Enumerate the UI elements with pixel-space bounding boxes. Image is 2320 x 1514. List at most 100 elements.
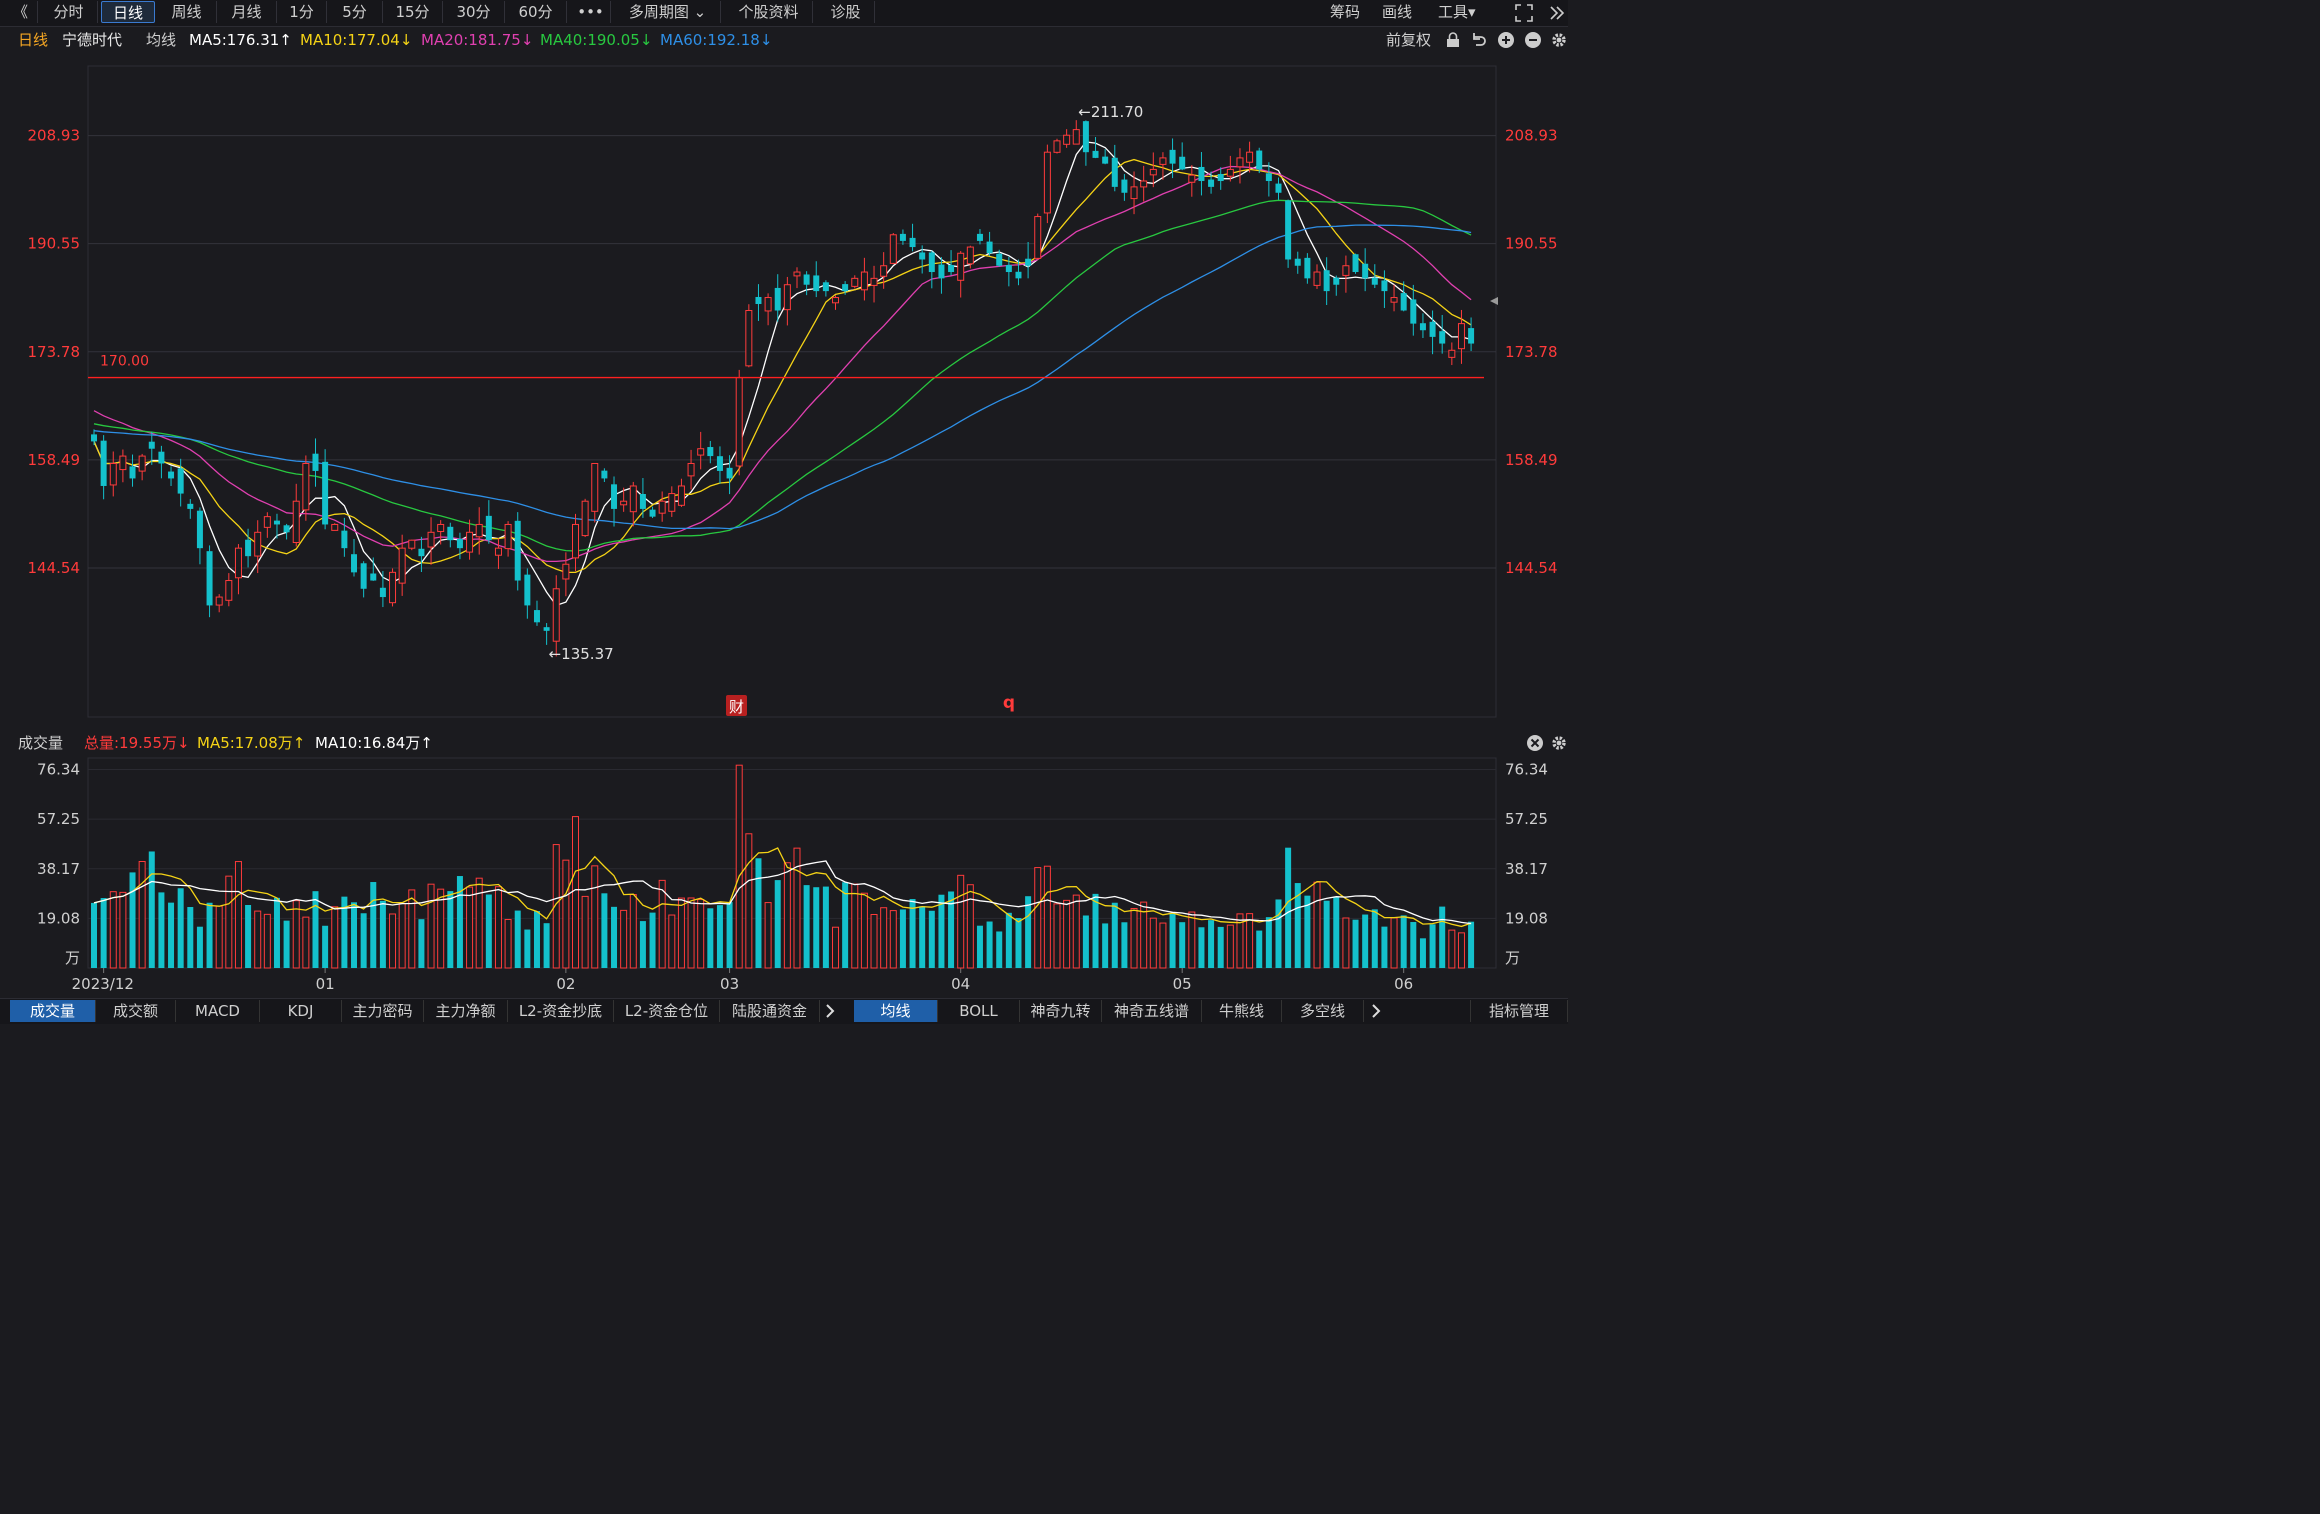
volume-bar[interactable]	[234, 861, 242, 969]
candle-body[interactable]	[735, 377, 743, 467]
volume-bar[interactable]	[986, 921, 993, 968]
volume-bar[interactable]	[1429, 924, 1436, 968]
candle-body[interactable]	[1082, 121, 1089, 153]
volume-bar[interactable]	[129, 872, 136, 968]
volume-bar[interactable]	[928, 910, 935, 968]
volume-bar[interactable]	[639, 921, 646, 968]
candle-body[interactable]	[552, 588, 560, 642]
candle-body[interactable]	[322, 461, 329, 525]
volume-bar[interactable]	[562, 859, 570, 969]
volume-bar[interactable]	[658, 879, 666, 969]
candle-body[interactable]	[1130, 186, 1138, 200]
candle-body[interactable]	[620, 500, 628, 506]
volume-bar[interactable]	[370, 882, 377, 968]
volume-bar[interactable]	[351, 902, 358, 968]
volume-bar[interactable]	[842, 882, 849, 968]
volume-bar[interactable]	[1285, 847, 1292, 968]
volume-bar[interactable]	[427, 883, 435, 969]
volume-bar[interactable]	[533, 911, 540, 968]
volume-bar[interactable]	[168, 902, 175, 968]
candle-body[interactable]	[1294, 258, 1301, 266]
volume-bar[interactable]	[322, 925, 329, 968]
candle-body[interactable]	[273, 520, 280, 525]
candle-body[interactable]	[909, 237, 916, 248]
volume-bar[interactable]	[851, 883, 859, 969]
volume-bar[interactable]	[263, 913, 271, 969]
candle-body[interactable]	[1313, 271, 1321, 286]
candle-body[interactable]	[668, 493, 676, 512]
volume-bar[interactable]	[485, 894, 492, 968]
candle-body[interactable]	[475, 523, 483, 538]
volume-bar[interactable]	[957, 874, 965, 969]
volume-bar[interactable]	[389, 913, 397, 969]
candle-body[interactable]	[1053, 140, 1061, 153]
candle-body[interactable]	[533, 610, 540, 623]
volume-bar[interactable]	[437, 888, 445, 969]
candle-body[interactable]	[379, 587, 386, 598]
volume-bar[interactable]	[177, 888, 184, 968]
volume-bar[interactable]	[899, 909, 906, 968]
candle-body[interactable]	[148, 441, 155, 449]
volume-bar[interactable]	[1208, 920, 1215, 968]
volume-bar[interactable]	[524, 929, 531, 968]
candle-body[interactable]	[1333, 277, 1340, 285]
candle-body[interactable]	[948, 265, 955, 273]
candle-body[interactable]	[1025, 258, 1032, 266]
volume-bar[interactable]	[1149, 917, 1157, 969]
ma10-line[interactable]	[93, 158, 1472, 574]
tab-l2-bottom[interactable]: L2-资金抄底	[508, 1000, 614, 1022]
volume-bar[interactable]	[1015, 918, 1022, 968]
volume-bar[interactable]	[755, 858, 762, 968]
candle-body[interactable]	[803, 274, 810, 285]
volume-bar[interactable]	[697, 899, 705, 969]
candle-body[interactable]	[263, 516, 271, 528]
candle-body[interactable]	[919, 252, 926, 260]
candle-body[interactable]	[986, 241, 993, 254]
volume-bar[interactable]	[466, 886, 474, 969]
volume-bar[interactable]	[1448, 929, 1456, 969]
volume-bar[interactable]	[543, 923, 550, 968]
candle-body[interactable]	[1429, 321, 1436, 337]
tabs-next-right-icon[interactable]	[1368, 1002, 1384, 1020]
tab-turnover[interactable]: 成交额	[96, 1000, 176, 1022]
candle-body[interactable]	[716, 456, 723, 471]
volume-bar[interactable]	[206, 902, 213, 968]
volume-bar[interactable]	[91, 902, 97, 968]
candle-body[interactable]	[1140, 180, 1148, 188]
candle-body[interactable]	[254, 531, 262, 557]
candle-body[interactable]	[793, 271, 801, 277]
volume-bar[interactable]	[707, 908, 714, 968]
volume-bar[interactable]	[822, 886, 829, 968]
candle-body[interactable]	[331, 523, 339, 531]
ma5-line[interactable]	[93, 141, 1472, 607]
candle-body[interactable]	[629, 485, 637, 513]
candle-body[interactable]	[1275, 183, 1282, 193]
volume-bar[interactable]	[447, 891, 454, 968]
volume-bar[interactable]	[572, 816, 579, 969]
candle-body[interactable]	[1063, 134, 1071, 145]
volume-bar[interactable]	[514, 910, 521, 968]
candle-body[interactable]	[1236, 157, 1244, 168]
volume-bar[interactable]	[716, 905, 723, 968]
volume-bar[interactable]	[1439, 906, 1446, 968]
candle-body[interactable]	[466, 531, 474, 553]
candle-body[interactable]	[119, 455, 127, 471]
candle-body[interactable]	[842, 284, 849, 292]
candle-body[interactable]	[889, 234, 897, 264]
ma40-line[interactable]	[93, 199, 1472, 552]
candle-body[interactable]	[418, 548, 425, 557]
volume-bar[interactable]	[976, 925, 983, 968]
volume-bar[interactable]	[1025, 896, 1032, 968]
volume-bar[interactable]	[254, 910, 262, 969]
candle-body[interactable]	[1188, 174, 1196, 183]
tab-magic-nine[interactable]: 神奇九转	[1020, 1000, 1102, 1022]
volume-settings-icon[interactable]	[1550, 734, 1568, 752]
volume-bar[interactable]	[1342, 917, 1350, 969]
candle-body[interactable]	[447, 526, 454, 541]
candle-body[interactable]	[755, 296, 762, 305]
volume-bar[interactable]	[1410, 922, 1417, 968]
volume-bar[interactable]	[360, 913, 367, 968]
volume-bar[interactable]	[225, 875, 233, 969]
candle-body[interactable]	[312, 453, 319, 471]
close-icon[interactable]	[1526, 734, 1544, 752]
